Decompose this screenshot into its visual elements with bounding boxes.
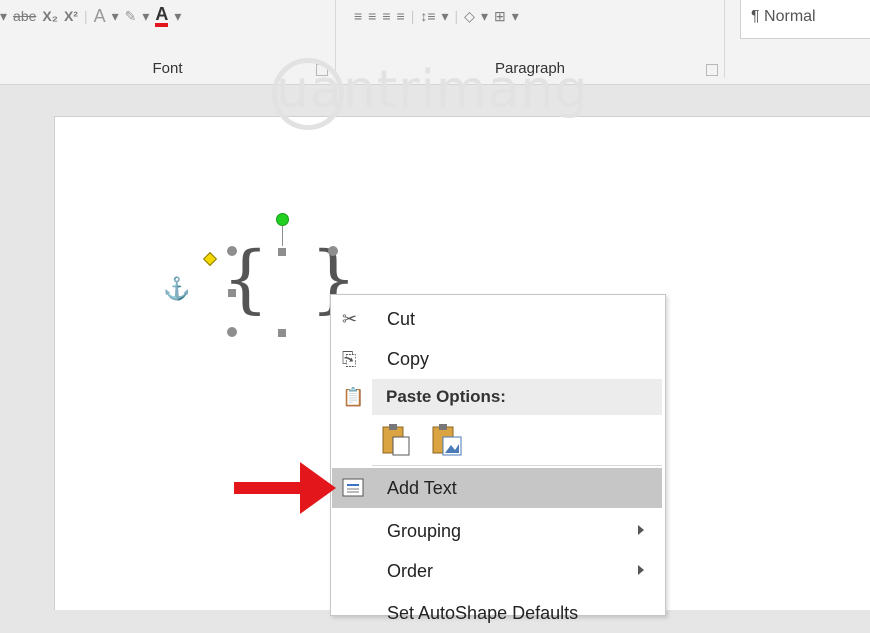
- rotation-handle[interactable]: [276, 213, 289, 226]
- resize-handle-bottom-left[interactable]: [227, 327, 237, 337]
- scissors-icon: ✂: [342, 309, 358, 329]
- annotation-arrow-icon: [300, 462, 336, 514]
- group-divider: [724, 0, 725, 78]
- paste-icon: 📋: [342, 387, 365, 407]
- menu-item-add-text[interactable]: Add Text: [332, 468, 662, 508]
- menu-item-label: Copy: [387, 349, 430, 369]
- menu-item-label: Grouping: [387, 521, 462, 541]
- menu-item-order[interactable]: Order: [332, 551, 662, 591]
- copy-icon: ⎘: [342, 349, 357, 369]
- resize-handle-top[interactable]: [278, 248, 286, 256]
- paste-picture-icon[interactable]: [431, 423, 463, 457]
- paste-keep-formatting-icon[interactable]: [381, 423, 411, 457]
- add-text-icon: [342, 478, 364, 500]
- submenu-arrow-icon: [638, 565, 644, 575]
- watermark-text: uantrimang: [276, 60, 589, 120]
- resize-handle-top-right[interactable]: [328, 246, 338, 256]
- menu-separator: [372, 465, 662, 466]
- style-normal[interactable]: ¶ Normal: [751, 8, 816, 26]
- paste-options-header: Paste Options:: [372, 379, 662, 415]
- resize-handle-bottom[interactable]: [278, 329, 286, 337]
- menu-item-cut[interactable]: ✂ Cut: [332, 299, 662, 339]
- resize-handle-left[interactable]: [228, 289, 236, 297]
- menu-item-label: Set AutoShape Defaults: [387, 603, 579, 623]
- resize-handle-top-left[interactable]: [227, 246, 237, 256]
- menu-item-label: Order: [387, 561, 434, 581]
- paragraph-dialog-launcher-icon[interactable]: [706, 64, 718, 76]
- menu-item-label: Cut: [387, 309, 416, 329]
- menu-item-copy[interactable]: ⎘ Copy: [332, 339, 662, 379]
- styles-gallery[interactable]: ¶ Normal: [740, 0, 870, 39]
- annotation-arrow-shaft: [234, 482, 306, 494]
- context-menu: ✂ Cut ⎘ Copy Paste Options: 📋 Add Text G…: [330, 294, 666, 623]
- menu-item-set-autoshape-defaults[interactable]: Set AutoShape Defaults: [332, 593, 662, 633]
- menu-item-grouping[interactable]: Grouping: [332, 511, 662, 551]
- submenu-arrow-icon: [638, 525, 644, 535]
- paste-options-label: Paste Options:: [386, 387, 506, 406]
- menu-item-label: Add Text: [387, 478, 457, 498]
- anchor-icon[interactable]: ⚓: [163, 276, 190, 302]
